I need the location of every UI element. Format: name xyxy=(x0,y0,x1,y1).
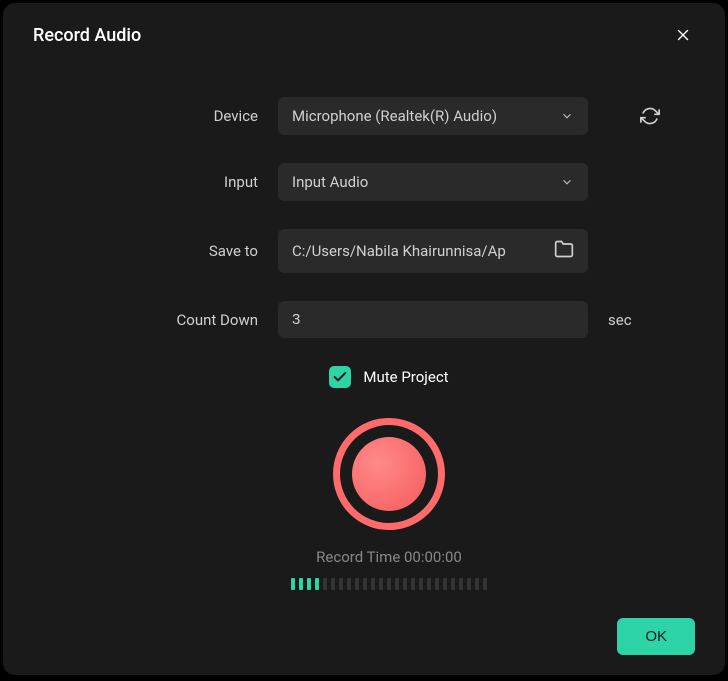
browse-folder-button[interactable] xyxy=(554,239,574,263)
checkmark-icon xyxy=(332,369,348,385)
audio-level-meter xyxy=(291,578,487,590)
level-bar xyxy=(347,578,351,590)
saveto-field: C:/Users/Nabila Khairunnisa/Ap xyxy=(278,229,588,273)
countdown-row: Count Down sec xyxy=(33,301,695,338)
level-bar xyxy=(435,578,439,590)
dialog-footer: OK xyxy=(617,618,695,655)
device-value: Microphone (Realtek(R) Audio) xyxy=(292,107,497,125)
level-bar xyxy=(339,578,343,590)
level-bar xyxy=(363,578,367,590)
input-row: Input Input Audio xyxy=(33,163,695,201)
level-bar xyxy=(443,578,447,590)
record-button[interactable] xyxy=(333,418,445,530)
level-bar xyxy=(291,578,295,590)
close-button[interactable] xyxy=(671,23,695,47)
level-bar xyxy=(371,578,375,590)
level-bar xyxy=(411,578,415,590)
dialog-header: Record Audio xyxy=(33,23,695,47)
device-select[interactable]: Microphone (Realtek(R) Audio) xyxy=(278,97,588,135)
level-bar xyxy=(475,578,479,590)
countdown-label: Count Down xyxy=(33,311,278,329)
record-time-label: Record Time 00:00:00 xyxy=(316,548,462,566)
mute-row: Mute Project xyxy=(83,366,695,388)
countdown-input[interactable] xyxy=(278,301,588,338)
folder-icon xyxy=(554,239,574,259)
dialog-title: Record Audio xyxy=(33,25,141,46)
ok-button[interactable]: OK xyxy=(617,618,695,655)
record-audio-dialog: Record Audio Device Microphone (Realtek(… xyxy=(3,3,725,675)
level-bar xyxy=(451,578,455,590)
level-bar xyxy=(315,578,319,590)
level-bar xyxy=(331,578,335,590)
level-bar xyxy=(403,578,407,590)
level-bar xyxy=(419,578,423,590)
chevron-down-icon xyxy=(560,109,574,123)
mute-label: Mute Project xyxy=(363,368,448,386)
level-bar xyxy=(467,578,471,590)
input-value: Input Audio xyxy=(292,173,368,191)
level-bar xyxy=(427,578,431,590)
level-bar xyxy=(379,578,383,590)
countdown-unit: sec xyxy=(608,311,632,329)
device-row: Device Microphone (Realtek(R) Audio) xyxy=(33,97,695,135)
input-select[interactable]: Input Audio xyxy=(278,163,588,201)
level-bar xyxy=(483,578,487,590)
level-bar xyxy=(459,578,463,590)
saveto-row: Save to C:/Users/Nabila Khairunnisa/Ap xyxy=(33,229,695,273)
level-bar xyxy=(307,578,311,590)
refresh-icon xyxy=(640,106,660,126)
chevron-down-icon xyxy=(560,175,574,189)
level-bar xyxy=(387,578,391,590)
saveto-label: Save to xyxy=(33,242,278,260)
level-bar xyxy=(323,578,327,590)
saveto-value: C:/Users/Nabila Khairunnisa/Ap xyxy=(292,242,506,260)
record-section: Record Time 00:00:00 xyxy=(83,418,695,590)
record-icon xyxy=(352,437,426,511)
close-icon xyxy=(674,26,692,44)
level-bar xyxy=(355,578,359,590)
input-label: Input xyxy=(33,173,278,191)
level-bar xyxy=(299,578,303,590)
mute-checkbox[interactable] xyxy=(329,366,351,388)
refresh-button[interactable] xyxy=(638,104,662,128)
level-bar xyxy=(395,578,399,590)
device-label: Device xyxy=(33,107,278,125)
